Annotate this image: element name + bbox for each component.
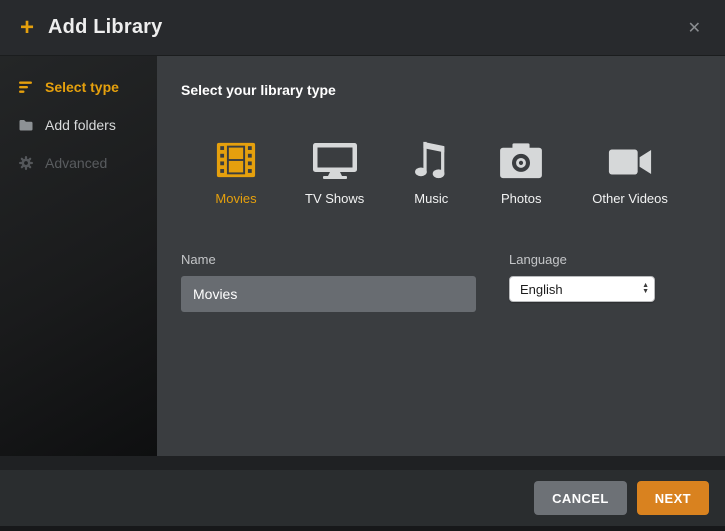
language-field-block: Language English ▲▼ [509, 252, 655, 302]
sidebar-item-advanced[interactable]: Advanced [0, 144, 157, 182]
video-camera-icon [607, 134, 653, 180]
library-type-label: Music [414, 191, 448, 206]
library-type-other-videos[interactable]: Other Videos [592, 134, 668, 206]
library-type-tv-shows[interactable]: TV Shows [305, 134, 364, 206]
select-type-panel: Select your library type [157, 56, 725, 456]
name-field-label: Name [181, 252, 476, 267]
add-library-dialog: + Add Library ✕ Select type [0, 0, 725, 531]
dialog-body: Select type Add folders [0, 56, 725, 456]
wizard-steps-sidebar: Select type Add folders [0, 56, 157, 456]
sidebar-item-add-folders[interactable]: Add folders [0, 106, 157, 144]
film-icon [215, 134, 257, 180]
folder-icon [18, 117, 34, 133]
fields-row: Name Language English ▲▼ [181, 252, 701, 312]
library-type-movies[interactable]: Movies [215, 134, 257, 206]
select-stepper-icon: ▲▼ [642, 283, 649, 295]
sidebar-item-label: Advanced [45, 155, 107, 171]
dialog-header: + Add Library ✕ [0, 0, 725, 56]
list-filter-icon [18, 79, 34, 95]
footer-divider [0, 456, 725, 470]
dialog-title: Add Library [48, 16, 162, 39]
library-type-label: Other Videos [592, 191, 668, 206]
name-input[interactable] [181, 276, 476, 312]
sidebar-item-select-type[interactable]: Select type [0, 68, 157, 106]
gear-icon [18, 155, 34, 171]
sidebar-item-label: Add folders [45, 117, 116, 133]
sidebar-item-label: Select type [45, 79, 119, 95]
library-type-label: Photos [501, 191, 541, 206]
camera-icon [498, 134, 544, 180]
next-button[interactable]: NEXT [637, 481, 709, 515]
language-select[interactable]: English ▲▼ [509, 276, 655, 302]
library-type-music[interactable]: Music [412, 134, 450, 206]
name-field-block: Name [181, 252, 476, 312]
music-note-icon [412, 134, 450, 180]
add-icon: + [20, 16, 34, 40]
language-field-label: Language [509, 252, 655, 267]
library-type-label: Movies [215, 191, 256, 206]
library-type-label: TV Shows [305, 191, 364, 206]
tv-icon [311, 134, 359, 180]
panel-heading: Select your library type [181, 82, 701, 98]
close-icon[interactable]: ✕ [684, 14, 705, 42]
library-type-photos[interactable]: Photos [498, 134, 544, 206]
dialog-footer: CANCEL NEXT [0, 470, 725, 526]
cancel-button[interactable]: CANCEL [534, 481, 627, 515]
library-type-row: Movies TV Shows [215, 134, 701, 206]
language-select-value: English [520, 282, 563, 297]
bottom-edge [0, 526, 725, 531]
